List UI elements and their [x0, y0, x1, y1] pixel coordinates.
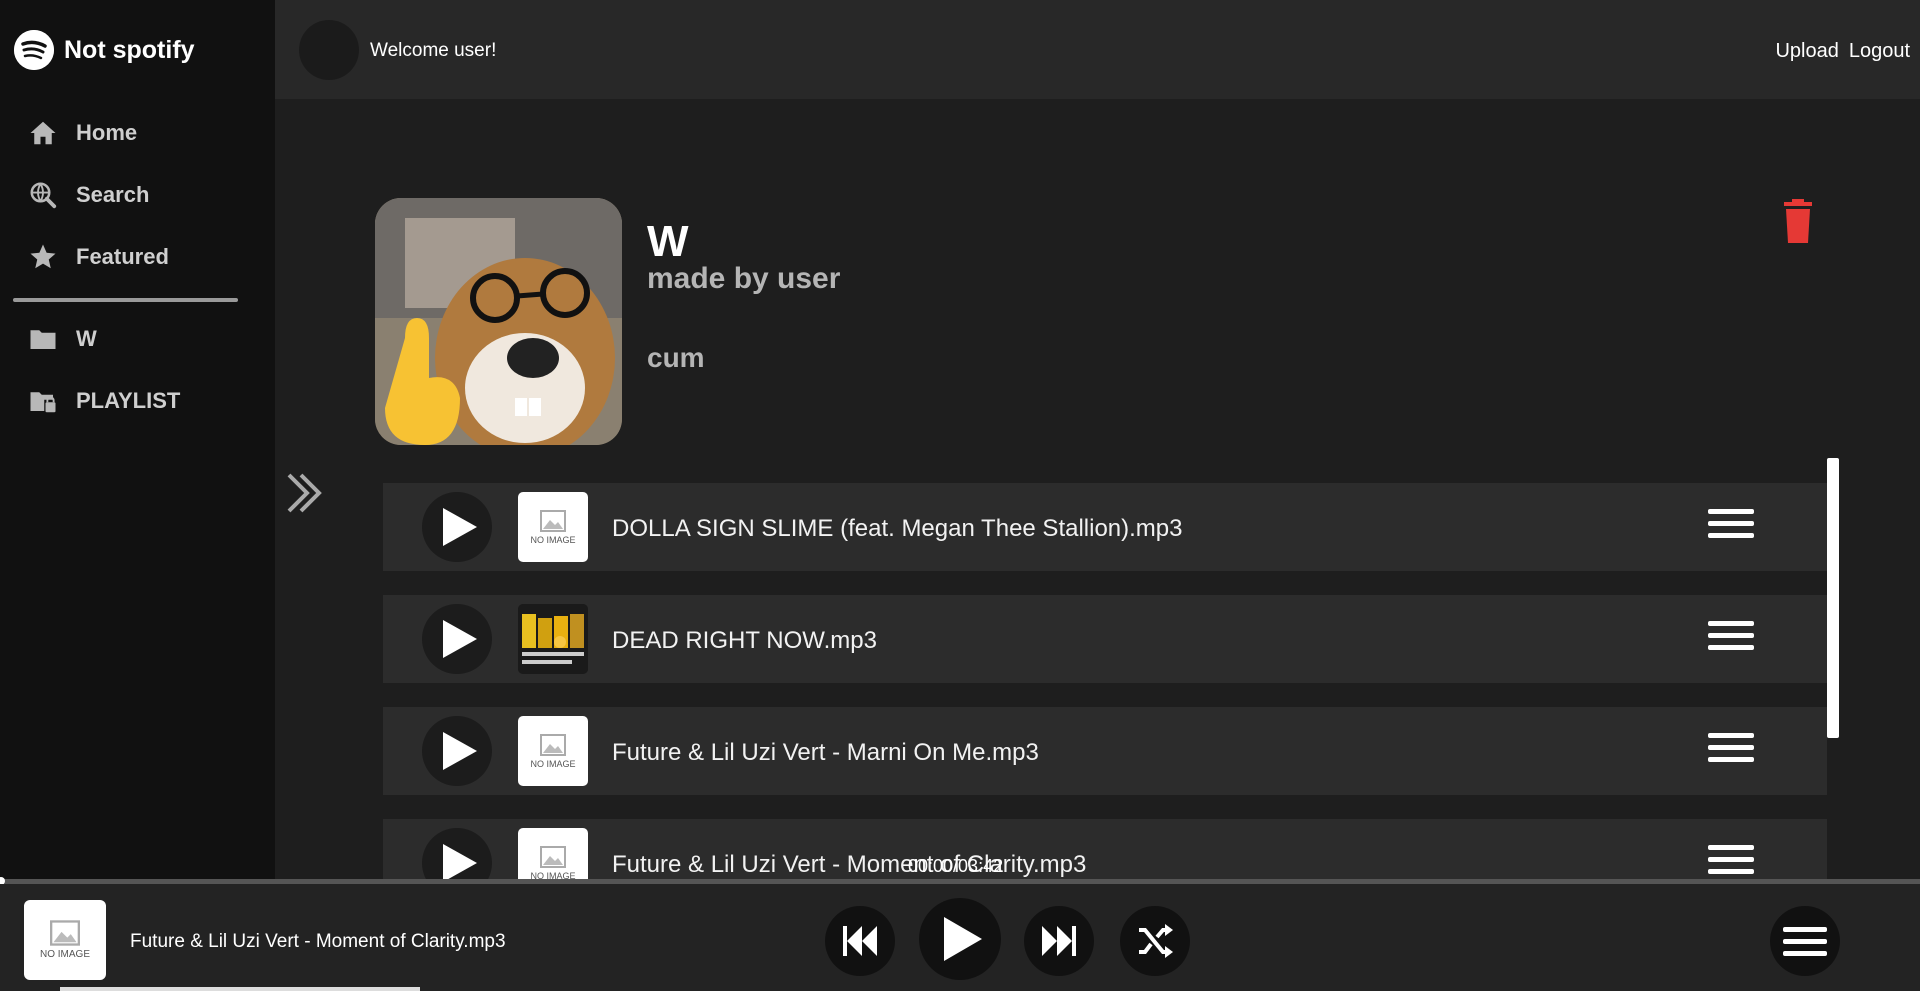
sidebar-item-featured[interactable]: Featured — [28, 242, 169, 272]
play-icon — [442, 508, 477, 546]
folder-lock-icon — [30, 392, 56, 413]
top-bar: Welcome user! Upload Logout — [275, 0, 1920, 99]
sidebar-playlist-w[interactable]: W — [28, 324, 97, 354]
playlist-description: cum — [647, 342, 705, 373]
track-menu-button[interactable] — [1708, 621, 1754, 655]
top-links: Upload Logout — [1775, 40, 1910, 63]
playback-time: 00:00/03:42 — [908, 856, 1004, 876]
skip-back-icon — [843, 926, 877, 956]
track-play-button[interactable] — [422, 492, 492, 562]
track-row[interactable]: NO IMAGE Future & Lil Uzi Vert - Moment … — [383, 819, 1827, 881]
player-bar: NO IMAGE Future & Lil Uzi Vert - Moment … — [0, 884, 1920, 991]
folder-icon — [30, 330, 56, 349]
spotify-logo-icon — [14, 30, 54, 70]
track-menu-button[interactable] — [1708, 509, 1754, 543]
no-image-icon — [50, 920, 80, 946]
playlist-cover — [375, 198, 622, 445]
app-title: Not spotify — [64, 35, 195, 64]
shuffle-icon — [1139, 924, 1173, 958]
shuffle-button[interactable] — [1120, 906, 1190, 976]
upload-link[interactable]: Upload — [1775, 40, 1838, 63]
sidebar-item-home[interactable]: Home — [28, 118, 137, 148]
track-thumbnail — [518, 604, 588, 674]
play-icon — [944, 917, 982, 961]
avatar[interactable] — [299, 20, 359, 80]
track-title: DEAD RIGHT NOW.mp3 — [612, 627, 877, 654]
playlist-title: W — [647, 217, 689, 266]
star-icon — [30, 244, 56, 269]
now-playing-title: Future & Lil Uzi Vert - Moment of Clarit… — [130, 931, 506, 952]
track-list-scrollbar[interactable] — [1827, 458, 1839, 738]
track-menu-button[interactable] — [1708, 845, 1754, 879]
track-row[interactable]: NO IMAGE Future & Lil Uzi Vert - Marni O… — [383, 707, 1827, 795]
sidebar-item-label: W — [76, 326, 97, 351]
playlist-view: W made by user cum NO IMAGE DOLLA SIGN S… — [275, 99, 1920, 881]
track-play-button[interactable] — [422, 828, 492, 881]
expand-sidebar-button[interactable] — [283, 471, 328, 516]
logout-link[interactable]: Logout — [1849, 40, 1910, 63]
track-row[interactable]: DEAD RIGHT NOW.mp3 — [383, 595, 1827, 683]
app-logo[interactable]: Not spotify — [14, 30, 195, 70]
track-menu-button[interactable] — [1708, 733, 1754, 767]
sidebar-item-label: Search — [76, 182, 150, 207]
track-title: DOLLA SIGN SLIME (feat. Megan Thee Stall… — [612, 515, 1183, 542]
track-thumbnail: NO IMAGE — [518, 828, 588, 881]
playlist-author: made by user — [647, 262, 841, 295]
sidebar-item-search[interactable]: Search — [28, 180, 149, 210]
track-artwork — [518, 604, 588, 674]
sidebar-item-label: Featured — [76, 244, 169, 269]
skip-forward-icon — [1042, 926, 1076, 956]
sidebar-item-label: PLAYLIST — [76, 388, 181, 413]
track-title: Future & Lil Uzi Vert - Marni On Me.mp3 — [612, 739, 1039, 766]
no-image-icon — [540, 733, 566, 756]
double-chevron-right-icon — [287, 473, 322, 513]
track-play-button[interactable] — [422, 716, 492, 786]
sidebar: Not spotify Home Search Featured W PLAYL… — [0, 0, 275, 880]
previous-button[interactable] — [825, 906, 895, 976]
next-button[interactable] — [1024, 906, 1094, 976]
sidebar-divider — [13, 298, 238, 302]
play-icon — [442, 844, 477, 881]
track-thumbnail: NO IMAGE — [518, 492, 588, 562]
track-title: Future & Lil Uzi Vert - Moment of Clarit… — [612, 851, 1087, 878]
sidebar-playlist-playlist[interactable]: PLAYLIST — [28, 386, 180, 416]
track-row[interactable]: NO IMAGE DOLLA SIGN SLIME (feat. Megan T… — [383, 483, 1827, 571]
trash-icon — [1784, 199, 1812, 243]
track-list[interactable]: NO IMAGE DOLLA SIGN SLIME (feat. Megan T… — [383, 483, 1827, 881]
track-play-button[interactable] — [422, 604, 492, 674]
home-icon — [30, 121, 56, 145]
play-button[interactable] — [919, 898, 1001, 980]
no-image-label: NO IMAGE — [39, 949, 90, 960]
play-icon — [442, 732, 477, 770]
now-playing-thumbnail: NO IMAGE — [24, 900, 106, 980]
bottom-strip — [60, 987, 420, 991]
delete-playlist-button[interactable] — [1778, 199, 1818, 245]
globe-search-icon — [30, 182, 57, 209]
play-icon — [442, 620, 477, 658]
track-thumbnail: NO IMAGE — [518, 716, 588, 786]
no-image-label: NO IMAGE — [530, 534, 576, 545]
sidebar-item-label: Home — [76, 120, 138, 145]
queue-menu-button[interactable] — [1770, 906, 1840, 976]
no-image-label: NO IMAGE — [530, 758, 576, 769]
welcome-text: Welcome user! — [370, 40, 497, 61]
no-image-icon — [540, 845, 566, 868]
no-image-icon — [540, 509, 566, 532]
